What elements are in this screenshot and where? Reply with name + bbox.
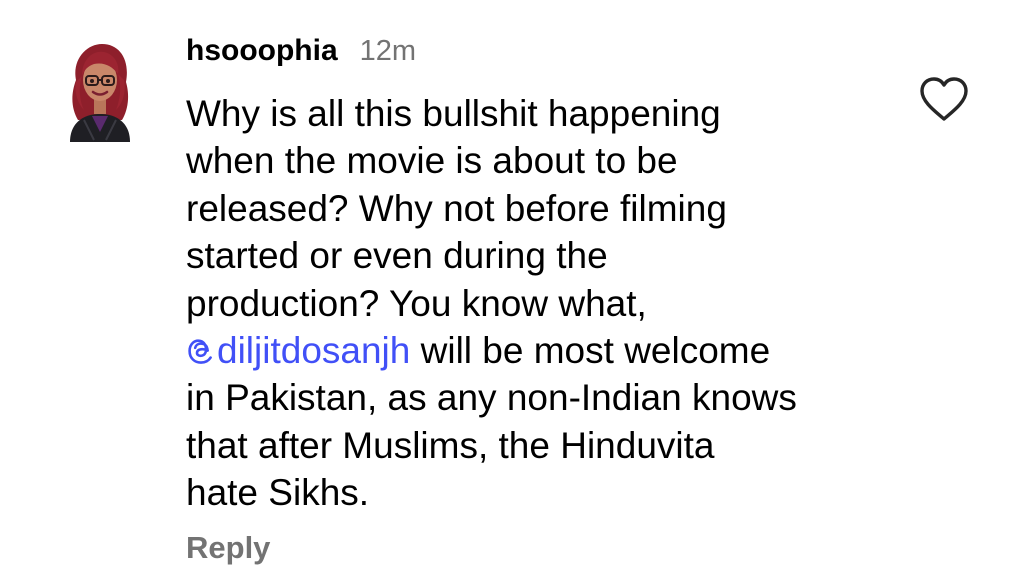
threads-icon (186, 336, 216, 366)
comment-line: released? Why not before filming (186, 187, 727, 229)
comment-line: started or even during the (186, 235, 608, 277)
comment-header: hsooophia 12m (186, 34, 416, 74)
like-button[interactable] (918, 76, 970, 122)
timestamp: 12m (359, 35, 417, 67)
comment-line: in Pakistan, as any non-Indian knows (186, 377, 797, 419)
comment-line: production? You know what, (186, 282, 647, 324)
mention-link[interactable]: diljitdosanjh (186, 330, 410, 371)
username[interactable]: hsooophia (186, 34, 338, 68)
heart-outline-icon (920, 77, 968, 121)
comment-line: when the movie is about to be (186, 140, 678, 182)
mention-handle: diljitdosanjh (217, 330, 411, 372)
comment-line-mention: diljitdosanjh will be most welcome (186, 327, 886, 374)
reply-button[interactable]: Reply (186, 530, 270, 566)
comment-line: that after Muslims, the Hinduvita (186, 424, 715, 466)
bitmoji-avatar-icon (70, 44, 130, 142)
avatar[interactable] (64, 40, 136, 142)
comment-text: Why is all this bullshit happening when … (186, 90, 886, 517)
comment: hsooophia 12m Why is all this bullshit h… (0, 0, 1024, 578)
mention-trailing-text: will be most welcome (410, 330, 771, 372)
comment-line: hate Sikhs. (186, 472, 370, 514)
comment-line: Why is all this bullshit happening (186, 93, 721, 134)
